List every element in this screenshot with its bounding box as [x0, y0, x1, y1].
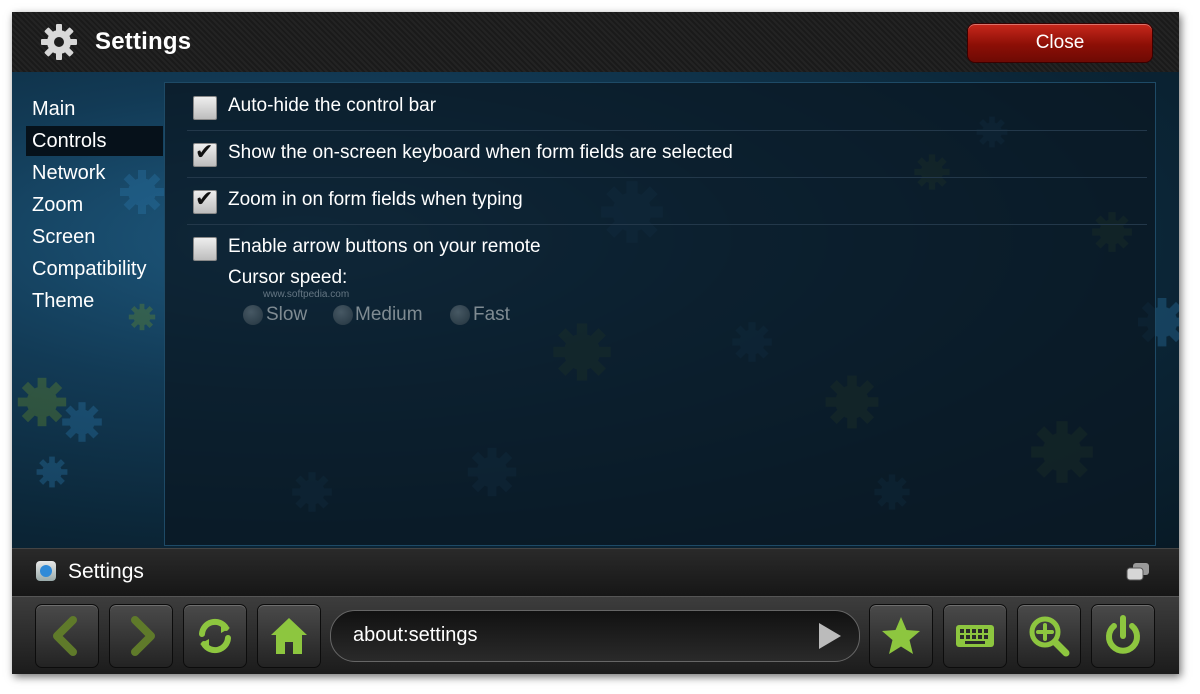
- option-label: Show the on-screen keyboard when form fi…: [228, 142, 733, 163]
- reload-button[interactable]: [183, 604, 247, 668]
- radio-label-slow: Slow: [266, 304, 308, 325]
- address-text: about:settings: [353, 624, 478, 646]
- reload-icon: [199, 618, 231, 654]
- close-button[interactable]: Close: [967, 23, 1153, 63]
- option-show-on-screen-keyboard[interactable]: ✔ Show the on-screen keyboard when form …: [187, 130, 1147, 178]
- cursor-speed-label: Cursor speed:: [228, 267, 348, 288]
- forward-button[interactable]: [109, 604, 173, 668]
- bottom-toolbar: about:settings: [12, 596, 1179, 674]
- title-bar: Settings Close: [12, 12, 1179, 72]
- sidebar-item-controls[interactable]: Controls: [26, 126, 163, 156]
- home-icon: [271, 618, 307, 654]
- radio-medium[interactable]: [333, 305, 353, 325]
- option-auto-hide-control-bar[interactable]: Auto-hide the control bar: [187, 83, 1147, 131]
- sidebar-item-main[interactable]: Main: [32, 94, 75, 124]
- radio-label-medium: Medium: [355, 304, 423, 325]
- option-label: Auto-hide the control bar: [228, 95, 437, 116]
- status-title: Settings: [68, 560, 144, 583]
- option-enable-arrow-buttons[interactable]: Enable arrow buttons on your remote: [187, 224, 1147, 271]
- keyboard-button[interactable]: [943, 604, 1007, 668]
- controls-panel: Auto-hide the control bar ✔ Show the on-…: [164, 82, 1156, 546]
- checkbox[interactable]: [193, 96, 217, 120]
- sidebar-item-compatibility[interactable]: Compatibility: [32, 254, 146, 284]
- checkbox[interactable]: ✔: [193, 187, 217, 214]
- settings-window: Settings Close Main Controls Network Zoo…: [12, 12, 1179, 674]
- radio-label-fast: Fast: [473, 304, 510, 325]
- radio-slow[interactable]: [243, 305, 263, 325]
- sidebar-item-theme[interactable]: Theme: [32, 286, 94, 316]
- sidebar-item-zoom[interactable]: Zoom: [32, 190, 83, 220]
- settings-sidebar: Main Controls Network Zoom Screen Compat…: [12, 72, 164, 548]
- address-bar[interactable]: about:settings: [330, 610, 860, 662]
- star-icon: [882, 617, 920, 654]
- bookmark-button[interactable]: [869, 604, 933, 668]
- option-label: Zoom in on form fields when typing: [228, 189, 523, 210]
- checkmark-icon: ✔: [195, 140, 214, 165]
- zoom-in-icon: [1029, 616, 1070, 657]
- option-zoom-form-fields[interactable]: ✔ Zoom in on form fields when typing: [187, 177, 1147, 225]
- go-arrow-icon[interactable]: [819, 623, 841, 649]
- power-icon: [1106, 615, 1140, 654]
- sidebar-item-screen[interactable]: Screen: [32, 222, 95, 252]
- sidebar-item-network[interactable]: Network: [32, 158, 105, 188]
- checkbox[interactable]: ✔: [193, 140, 217, 167]
- back-icon: [53, 616, 77, 656]
- checkmark-icon: ✔: [195, 187, 214, 212]
- keyboard-icon: [956, 625, 994, 647]
- status-bar: Settings: [12, 548, 1179, 597]
- gear-icon: [41, 24, 77, 60]
- back-button[interactable]: [35, 604, 99, 668]
- zoom-in-button[interactable]: [1017, 604, 1081, 668]
- page-icon: [36, 561, 56, 581]
- radio-fast[interactable]: [450, 305, 470, 325]
- power-button[interactable]: [1091, 604, 1155, 668]
- option-label: Enable arrow buttons on your remote: [228, 236, 541, 257]
- window-title: Settings: [95, 28, 192, 55]
- watermark-text: www.softpedia.com: [263, 289, 350, 300]
- checkbox[interactable]: [193, 237, 217, 261]
- forward-icon: [131, 616, 155, 656]
- settings-content: Main Controls Network Zoom Screen Compat…: [12, 72, 1179, 548]
- window-resize-icon[interactable]: [1125, 561, 1151, 583]
- home-button[interactable]: [257, 604, 321, 668]
